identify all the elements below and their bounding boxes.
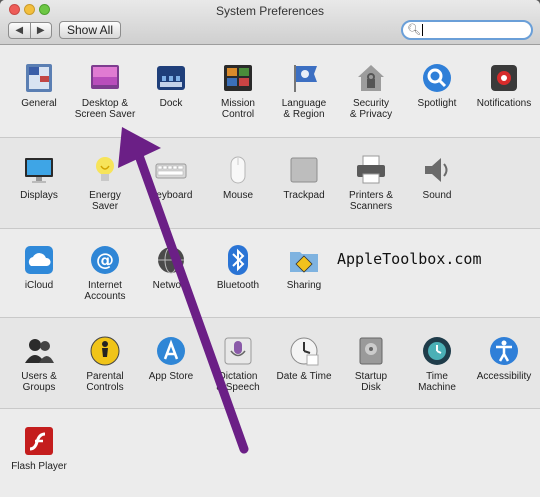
annotation-arrow — [118, 127, 249, 454]
system-preferences-window: System Preferences ◀ ▶ Show All 🔍︎ Gener… — [0, 0, 540, 497]
